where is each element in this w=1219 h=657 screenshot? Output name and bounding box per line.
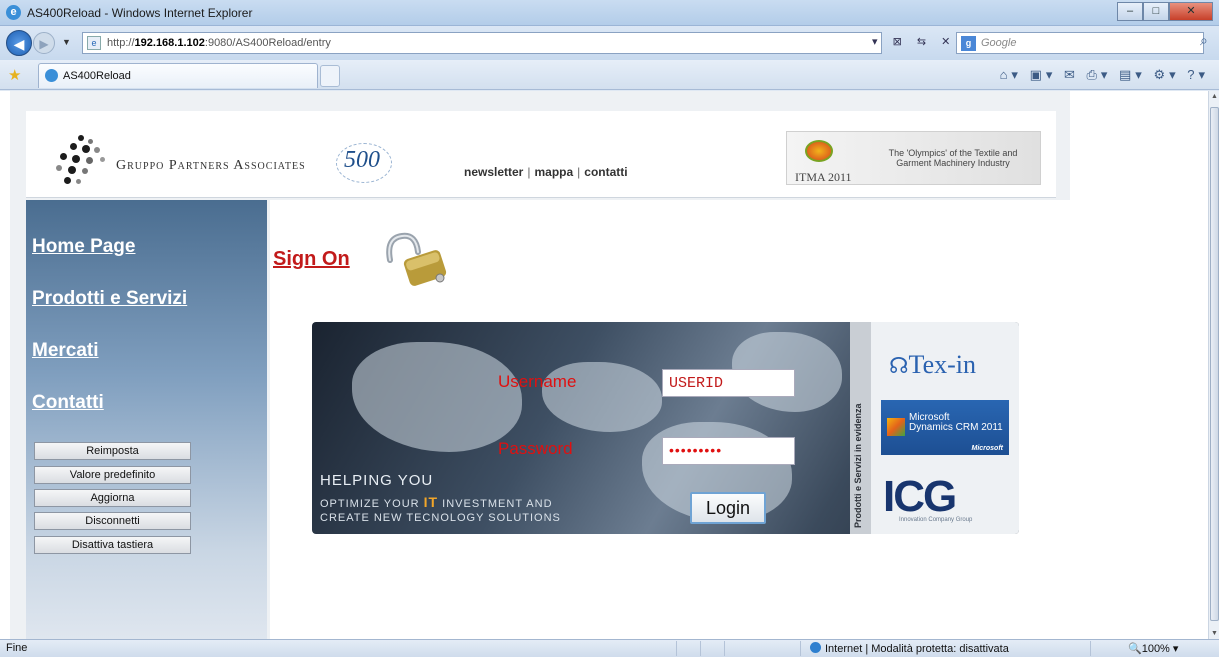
address-url[interactable]: http://192.168.1.102:9080/AS400Reload/en… <box>107 37 331 49</box>
search-placeholder: Google <box>981 37 1017 49</box>
username-label: Username <box>498 372 577 391</box>
aggiorna-button[interactable]: Aggiorna <box>34 489 191 507</box>
minimize-button[interactable]: – <box>1117 2 1143 21</box>
reimposta-button[interactable]: Reimposta <box>34 442 191 460</box>
login-banner: Username USERID Password ••••••••• Login… <box>312 322 1019 534</box>
navigation-bar: ◀ ▶ ▼ e http://192.168.1.102:9080/AS400R… <box>0 26 1219 60</box>
itma-tagline: The 'Olympics' of the Textile and Garmen… <box>888 148 1018 168</box>
scroll-down-icon[interactable]: ▼ <box>1211 630 1218 637</box>
page-icon: e <box>87 36 101 50</box>
search-box[interactable]: g Google <box>956 32 1204 54</box>
texin-logo[interactable]: ☊Tex-in <box>889 350 976 380</box>
tab-as400reload[interactable]: AS400Reload <box>38 63 318 88</box>
sign-on-title[interactable]: Sign On <box>273 248 350 271</box>
address-controls[interactable]: ▾ ⊠ ⇆ ✕ <box>872 35 956 48</box>
microsoft-crm-logo[interactable]: Microsoft Dynamics CRM 2011 Microsoft <box>881 400 1009 455</box>
forward-button[interactable]: ▶ <box>33 32 55 54</box>
nav-home-page[interactable]: Home Page <box>32 236 135 258</box>
banner-tagline-3: CREATE NEW TECNOLOGY SOLUTIONS <box>320 512 561 524</box>
close-button[interactable]: ✕ <box>1169 2 1213 21</box>
status-divider <box>700 641 701 656</box>
status-divider <box>724 641 725 656</box>
favorites-star-icon[interactable]: ★ <box>8 66 21 84</box>
nav-mercati[interactable]: Mercati <box>32 340 99 362</box>
badge-ring-icon <box>336 143 392 183</box>
tab-bar: ★ AS400Reload ⌂▾ ▣▾ ✉ ⎙▾ ▤▾ ⚙▾ ?▾ <box>0 60 1219 90</box>
itma-label: ITMA 2011 <box>795 170 852 184</box>
search-icon[interactable]: ⌕ <box>1200 32 1208 49</box>
new-tab-button[interactable] <box>320 65 340 87</box>
globe-icon <box>805 140 833 162</box>
padlock-icon <box>386 232 447 286</box>
tab-label: AS400Reload <box>63 70 131 82</box>
anniversary-badge: 500 <box>336 143 392 183</box>
zoom-level[interactable]: 🔍100% ▾ <box>1128 642 1178 655</box>
nav-contatti[interactable]: Contatti <box>32 392 104 414</box>
history-dropdown-icon[interactable]: ▼ <box>62 37 71 47</box>
page-viewport: Gruppo Partners Associates 500 newslette… <box>0 91 1208 639</box>
status-divider <box>800 641 801 656</box>
company-name: Gruppo Partners Associates <box>116 158 306 173</box>
banner-tagline-1: HELPING YOU <box>320 472 434 489</box>
side-strip-text: Prodotti e Servizi in evidenza <box>853 403 863 528</box>
scroll-thumb[interactable] <box>1210 107 1219 621</box>
tab-ie-icon <box>45 69 58 82</box>
left-sidebar: Home Page Prodotti e Servizi Mercati Con… <box>26 200 267 639</box>
site-header: Gruppo Partners Associates 500 newslette… <box>26 111 1056 198</box>
status-divider <box>1090 641 1091 656</box>
password-label: Password <box>498 439 573 458</box>
security-zone[interactable]: Internet | Modalità protetta: disattivat… <box>810 642 1009 655</box>
disattiva-tastiera-button[interactable]: Disattiva tastiera <box>34 536 191 554</box>
banner-tagline-2: OPTIMIZE YOUR IT INVESTMENT AND <box>320 494 553 510</box>
icg-logo[interactable]: ICG <box>883 472 957 522</box>
window-title: AS400Reload - Windows Internet Explorer <box>27 6 253 20</box>
nav-prodotti-e-servizi[interactable]: Prodotti e Servizi <box>32 288 187 310</box>
header-links: newsletter | mappa | contatti <box>464 165 628 179</box>
disconnetti-button[interactable]: Disconnetti <box>34 512 191 530</box>
username-input[interactable]: USERID <box>662 369 795 397</box>
google-icon: g <box>961 36 976 51</box>
status-bar: Fine Internet | Modalità protetta: disat… <box>0 639 1219 657</box>
address-bar[interactable]: e http://192.168.1.102:9080/AS400Reload/… <box>82 32 882 54</box>
vertical-scrollbar[interactable]: ▲ ▼ <box>1208 91 1219 639</box>
window-titlebar: e AS400Reload - Windows Internet Explore… <box>0 0 1219 26</box>
map-continent <box>352 342 522 452</box>
back-button[interactable]: ◀ <box>6 30 32 56</box>
texin-person-icon: ☊ <box>889 353 909 378</box>
partner-logos: ☊Tex-in Microsoft Dynamics CRM 2011 Micro… <box>871 322 1019 534</box>
link-newsletter[interactable]: newsletter <box>464 165 523 179</box>
page-body: Gruppo Partners Associates 500 newslette… <box>10 91 1070 639</box>
valore-predefinito-button[interactable]: Valore predefinito <box>34 466 191 484</box>
internet-globe-icon <box>810 642 821 653</box>
main-content: Sign On Username USERID Password •••••••… <box>270 200 1070 639</box>
icg-subtitle: Innovation Company Group <box>899 517 973 523</box>
scroll-up-icon[interactable]: ▲ <box>1211 93 1218 100</box>
link-mappa[interactable]: mappa <box>534 165 573 179</box>
status-divider <box>676 641 677 656</box>
status-text: Fine <box>6 642 28 654</box>
itma-banner[interactable]: ITMA 2011 The 'Olympics' of the Textile … <box>786 131 1041 185</box>
ie-logo-icon: e <box>6 5 21 20</box>
command-bar-icons[interactable]: ⌂▾ ▣▾ ✉ ⎙▾ ▤▾ ⚙▾ ?▾ <box>1000 67 1209 83</box>
dynamics-logo-icon <box>887 418 905 436</box>
company-logo-icon <box>56 135 116 190</box>
maximize-button[interactable]: □ <box>1143 2 1169 21</box>
link-contatti[interactable]: contatti <box>584 165 627 179</box>
password-input[interactable]: ••••••••• <box>662 437 795 465</box>
login-button[interactable]: Login <box>690 492 766 524</box>
